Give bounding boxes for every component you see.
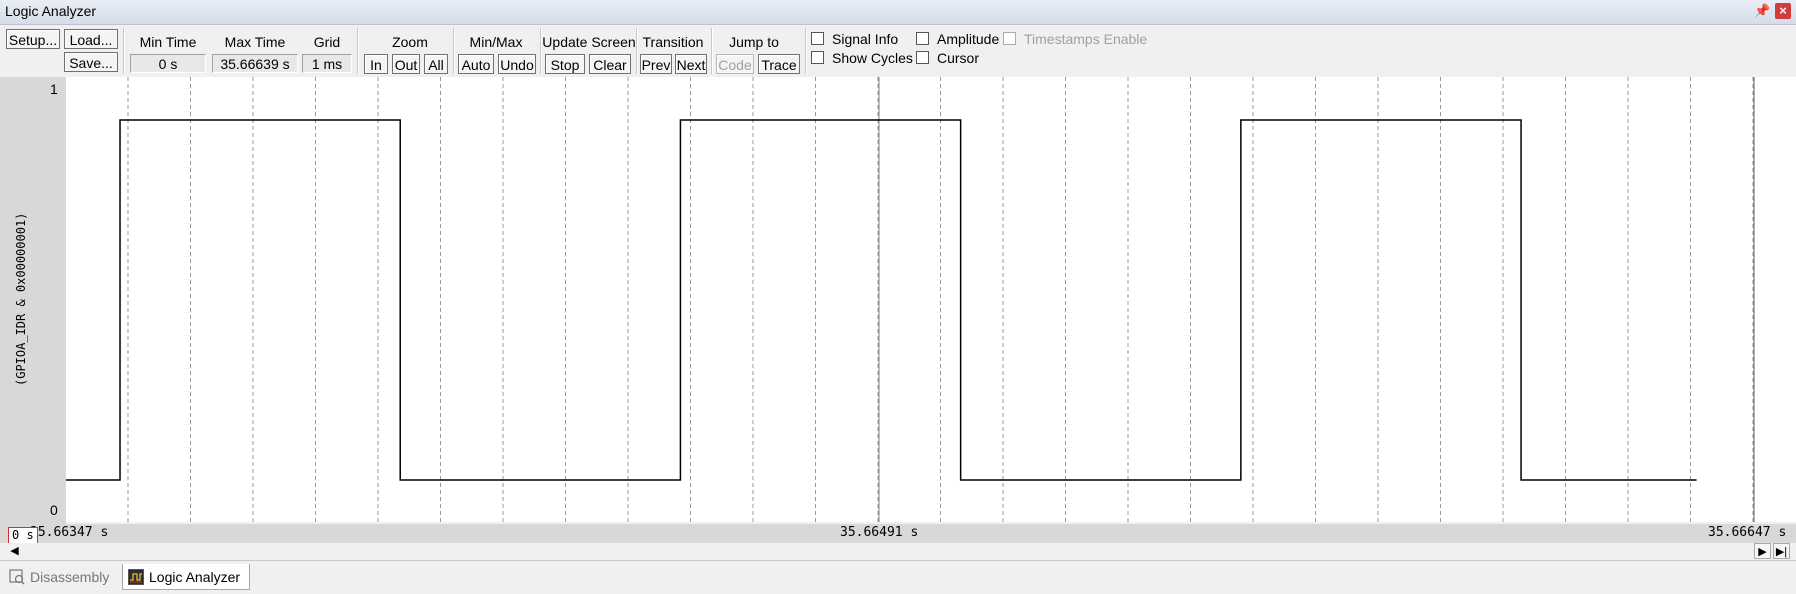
- transition-label: Transition: [642, 34, 704, 50]
- show-cycles-checkbox[interactable]: [811, 51, 824, 64]
- separator: [357, 28, 359, 74]
- load-button[interactable]: Load...: [64, 29, 118, 49]
- next-button[interactable]: Next: [675, 54, 707, 74]
- logic-analyzer-icon: [128, 569, 144, 585]
- zoom-all-button[interactable]: All: [424, 54, 448, 74]
- prev-button[interactable]: Prev: [640, 54, 672, 74]
- zoom-label: Zoom: [392, 34, 428, 50]
- save-button[interactable]: Save...: [64, 52, 118, 72]
- stop-button[interactable]: Stop: [545, 54, 585, 74]
- minmax-undo-button[interactable]: Undo: [498, 54, 536, 74]
- time-start-box: 0 s: [8, 527, 38, 544]
- scroll-right-icon[interactable]: ▶: [1754, 543, 1771, 559]
- separator: [453, 28, 455, 74]
- horizontal-scrollbar[interactable]: ◀ ▶ ▶|: [0, 543, 1796, 560]
- separator: [711, 28, 713, 74]
- time-mid: 35.66491 s: [840, 525, 919, 540]
- close-icon[interactable]: ×: [1775, 3, 1791, 19]
- plot-background: [66, 77, 1796, 522]
- scroll-left-icon[interactable]: ◀: [6, 543, 23, 559]
- grid-value: 1 ms: [302, 54, 352, 73]
- waveform-plot[interactable]: [0, 77, 1796, 522]
- zoom-out-button[interactable]: Out: [392, 54, 420, 74]
- show-cycles-label: Show Cycles: [832, 50, 913, 66]
- jump-code-button[interactable]: Code: [716, 54, 754, 74]
- cursor-checkbox[interactable]: [916, 51, 929, 64]
- max-time-label: Max Time: [224, 34, 286, 50]
- max-time-value: 35.66639 s: [212, 54, 298, 73]
- update-screen-label: Update Screen: [542, 34, 636, 50]
- time-start: 35.66347 s: [30, 525, 109, 540]
- amplitude-checkbox[interactable]: [916, 32, 929, 45]
- time-axis: 35.66347 s 0 s 35.66491 s 35.66647 s: [0, 524, 1796, 544]
- amplitude-label: Amplitude: [937, 31, 1000, 47]
- title-bar: Logic Analyzer 📌 ×: [0, 0, 1796, 25]
- zoom-in-button[interactable]: In: [364, 54, 388, 74]
- separator: [805, 28, 807, 74]
- tab-bar: Disassembly Logic Analyzer: [0, 560, 1796, 594]
- tab-logic-analyzer[interactable]: Logic Analyzer: [122, 564, 250, 590]
- timestamps-label: Timestamps Enable: [1024, 31, 1148, 47]
- min-time-label: Min Time: [139, 34, 197, 50]
- grid-label: Grid: [313, 34, 341, 50]
- tab-disassembly[interactable]: Disassembly: [4, 564, 118, 590]
- minmax-label: Min/Max: [469, 34, 523, 50]
- disassembly-icon: [9, 569, 25, 585]
- signal-info-label: Signal Info: [832, 31, 899, 47]
- tab-logic-analyzer-label: Logic Analyzer: [149, 569, 241, 585]
- jump-trace-button[interactable]: Trace: [758, 54, 800, 74]
- scroll-end-icon[interactable]: ▶|: [1773, 543, 1790, 559]
- toolbar: Setup... Load... Save... Min Time 0 s Ma…: [0, 25, 1796, 77]
- jump-to-label: Jump to: [729, 34, 779, 50]
- pin-icon[interactable]: 📌: [1754, 3, 1770, 19]
- tab-disassembly-label: Disassembly: [30, 569, 110, 585]
- time-end: 35.66647 s: [1708, 525, 1787, 540]
- separator: [123, 28, 125, 74]
- signal-info-checkbox[interactable]: [811, 32, 824, 45]
- min-time-value: 0 s: [130, 54, 206, 73]
- window-title: Logic Analyzer: [5, 3, 97, 19]
- cursor-label: Cursor: [937, 50, 980, 66]
- clear-button[interactable]: Clear: [589, 54, 631, 74]
- minmax-auto-button[interactable]: Auto: [458, 54, 494, 74]
- timestamps-checkbox[interactable]: [1003, 32, 1016, 45]
- setup-button[interactable]: Setup...: [6, 29, 60, 49]
